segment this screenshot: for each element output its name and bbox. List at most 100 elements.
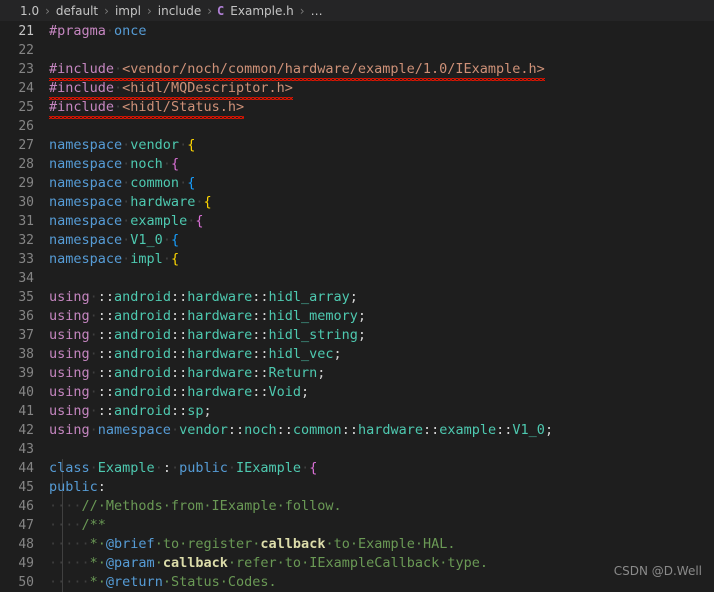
line-number: 37	[18, 328, 34, 343]
line-number: 25	[18, 100, 34, 115]
code-line-content[interactable]: using·::android::hardware::hidl_vec;	[48, 345, 714, 364]
code-line[interactable]: 28 namespace·noch·{	[0, 155, 714, 174]
code-line[interactable]: 47 ····/**	[0, 516, 714, 535]
line-number: 24	[18, 81, 34, 96]
line-number: 36	[18, 309, 34, 324]
code-line-content[interactable]: #pragma·once	[48, 22, 714, 41]
code-line-content[interactable]: using·::android::sp;	[48, 402, 714, 421]
code-line-content[interactable]: public:	[48, 478, 714, 497]
code-line-content[interactable]: ·····*·@param·callback·refer·to·IExample…	[48, 554, 714, 573]
code-line-content[interactable]: namespace·vendor·{	[48, 136, 714, 155]
code-line-content[interactable]: using·namespace·vendor::noch::common::ha…	[48, 421, 714, 440]
code-line[interactable]: 24 #include·<hidl/MQDescriptor.h>	[0, 79, 714, 100]
line-number: 31	[18, 214, 34, 229]
line-number: 33	[18, 252, 34, 267]
code-line[interactable]: 29 namespace·common·{	[0, 174, 714, 193]
line-number: 34	[18, 271, 34, 286]
line-number: 23	[18, 62, 34, 77]
code-line[interactable]: 27 namespace·vendor·{	[0, 136, 714, 155]
breadcrumb-item-default[interactable]: default	[55, 4, 99, 18]
code-line[interactable]: 39 using·::android::hardware::Return;	[0, 364, 714, 383]
code-line[interactable]: 31 namespace·example·{	[0, 212, 714, 231]
code-line[interactable]: 25 #include·<hidl/Status.h>	[0, 98, 714, 119]
code-line[interactable]: 37 using·::android::hardware::hidl_string…	[0, 326, 714, 345]
breadcrumb-item-file[interactable]: Example.h	[229, 4, 294, 18]
code-line-content[interactable]: using·::android::hardware::hidl_array;	[48, 288, 714, 307]
line-number: 44	[18, 461, 34, 476]
line-number: 28	[18, 157, 34, 172]
breadcrumb-item-version[interactable]: 1.0	[19, 4, 40, 18]
line-number: 49	[18, 556, 34, 571]
c-header-file-icon: C	[217, 3, 225, 18]
code-line-content[interactable]: ·····*·@brief·to·register·callback·to·Ex…	[48, 535, 714, 554]
code-line[interactable]: 26	[0, 117, 714, 136]
code-line[interactable]: 48 ·····*·@brief·to·register·callback·to·…	[0, 535, 714, 554]
code-line[interactable]: 40 using·::android::hardware::Void;	[0, 383, 714, 402]
code-line[interactable]: 44 class·Example·:·public·IExample·{	[0, 459, 714, 478]
code-line-content[interactable]: namespace·hardware·{	[48, 193, 714, 212]
code-line-content[interactable]: class·Example·:·public·IExample·{	[48, 459, 714, 478]
code-line[interactable]: 32 namespace·V1_0·{	[0, 231, 714, 250]
code-line-content[interactable]: #include·<hidl/MQDescriptor.h>	[48, 79, 714, 100]
code-line[interactable]: 45 public:	[0, 478, 714, 497]
chevron-right-icon: ›	[299, 3, 305, 18]
code-line-content[interactable]: using·::android::hardware::Void;	[48, 383, 714, 402]
code-line[interactable]: 30 namespace·hardware·{	[0, 193, 714, 212]
code-line[interactable]: 21 #pragma·once	[0, 22, 714, 41]
code-line-content[interactable]: ····//·Methods·from·IExample·follow.	[48, 497, 714, 516]
code-editor[interactable]: 21 #pragma·once 22 23 #include·<vendor/noch/…	[0, 22, 714, 592]
code-line-content[interactable]: #include·<vendor/noch/common/hardware/ex…	[48, 60, 714, 81]
line-number: 41	[18, 404, 34, 419]
chevron-right-icon: ›	[207, 3, 213, 18]
breadcrumb-item-impl[interactable]: impl	[114, 4, 142, 18]
code-line-content[interactable]	[48, 117, 714, 136]
breadcrumb: 1.0 › default › impl › include › C Examp…	[0, 0, 714, 22]
line-number: 43	[18, 442, 34, 457]
code-line[interactable]: 41 using·::android::sp;	[0, 402, 714, 421]
line-number: 40	[18, 385, 34, 400]
code-line-content[interactable]: using·::android::hardware::Return;	[48, 364, 714, 383]
code-line-content[interactable]: using·::android::hardware::hidl_memory;	[48, 307, 714, 326]
code-line[interactable]: 46 ····//·Methods·from·IExample·follow.	[0, 497, 714, 516]
code-line-content[interactable]: namespace·impl·{	[48, 250, 714, 269]
line-number: 30	[18, 195, 34, 210]
line-number: 22	[18, 43, 34, 58]
code-line-content[interactable]: namespace·common·{	[48, 174, 714, 193]
line-number: 42	[18, 423, 34, 438]
code-line-content[interactable]: ·····*·@return·Status·Codes.	[48, 573, 714, 592]
code-line[interactable]: 35 using·::android::hardware::hidl_array;	[0, 288, 714, 307]
line-number: 21	[18, 24, 34, 39]
code-line[interactable]: 42 using·namespace·vendor::noch::common::…	[0, 421, 714, 440]
code-line[interactable]: 38 using·::android::hardware::hidl_vec;	[0, 345, 714, 364]
code-line-content[interactable]: ····/**	[48, 516, 714, 535]
code-line-content[interactable]: #include·<hidl/Status.h>	[48, 98, 714, 119]
code-line[interactable]: 22	[0, 41, 714, 60]
line-number: 39	[18, 366, 34, 381]
chevron-right-icon: ›	[45, 3, 50, 18]
line-number: 27	[18, 138, 34, 153]
line-number: 45	[18, 480, 34, 495]
code-line[interactable]: 33 namespace·impl·{	[0, 250, 714, 269]
line-number: 38	[18, 347, 34, 362]
code-line-content[interactable]: namespace·noch·{	[48, 155, 714, 174]
line-number: 26	[18, 119, 34, 134]
line-number: 35	[18, 290, 34, 305]
line-number: 29	[18, 176, 34, 191]
code-line[interactable]: 34	[0, 269, 714, 288]
breadcrumb-item-include[interactable]: include	[157, 4, 202, 18]
breadcrumb-item-overflow[interactable]: …	[310, 4, 325, 18]
code-line-content[interactable]	[48, 41, 714, 60]
code-lines-container: 21 #pragma·once 22 23 #include·<vendor/noch/…	[0, 22, 714, 592]
code-line[interactable]: 49 ·····*·@param·callback·refer·to·IExamp…	[0, 554, 714, 573]
code-line[interactable]: 36 using·::android::hardware::hidl_memory…	[0, 307, 714, 326]
chevron-right-icon: ›	[146, 3, 152, 18]
code-line[interactable]: 50 ·····*·@return·Status·Codes.	[0, 573, 714, 592]
code-line-content[interactable]	[48, 440, 714, 459]
line-number: 46	[18, 499, 34, 514]
code-line-content[interactable]: namespace·example·{	[48, 212, 714, 231]
code-line-content[interactable]: using·::android::hardware::hidl_string;	[48, 326, 714, 345]
code-line-content[interactable]: namespace·V1_0·{	[48, 231, 714, 250]
code-line[interactable]: 43	[0, 440, 714, 459]
code-line[interactable]: 23 #include·<vendor/noch/common/hardware/…	[0, 60, 714, 81]
code-line-content[interactable]	[48, 269, 714, 288]
